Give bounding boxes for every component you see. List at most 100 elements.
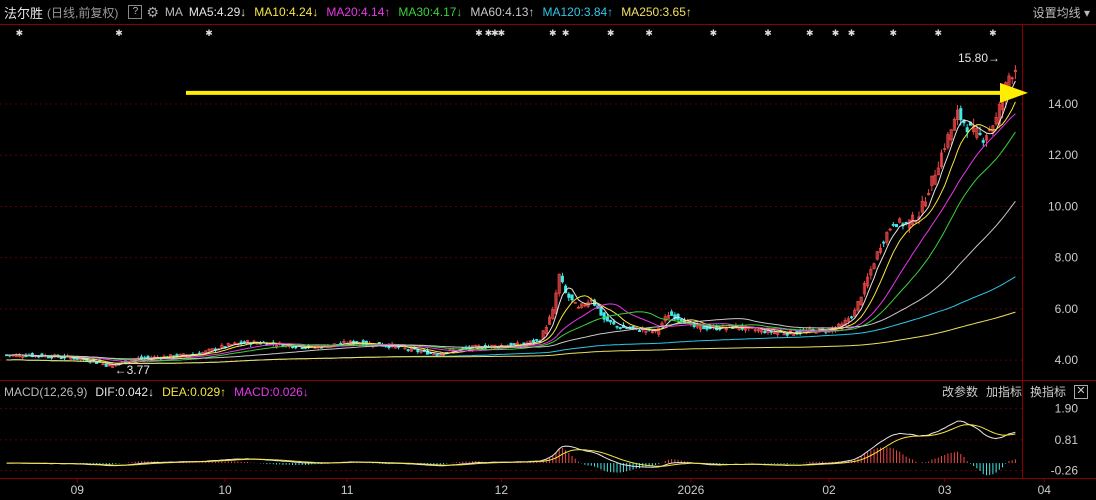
arrow-head-icon [1000,82,1028,103]
candle-body [432,353,436,356]
ma-value-1: MA10:4.24↓ [254,5,319,19]
x-tick-label-6: 03 [938,483,952,497]
event-marker-8: ✱ [562,28,570,38]
y-tick-label-3: 10.00 [1048,199,1078,213]
candle-body [95,362,99,364]
event-marker-14: ✱ [832,28,840,38]
annotations: 15.80→←3.77✱ ✱ ✱ ✱ ✱✱✱ ✱ ✱ ✱ ✱ ✱ ✱ ✱ ✱ ✱ ✱ ✱ ✱ [16,28,1028,377]
event-marker-10: ✱ [645,28,653,38]
candle-body [618,327,622,329]
y-tick-label-4: 12.00 [1048,148,1078,162]
macd-arrow-icon: ↓ [302,385,309,399]
event-marker-11: ✱ [710,28,718,38]
candle-body [300,347,304,350]
event-marker-0: ✱ [16,28,24,38]
high-marker: 15.80→ [958,51,1000,65]
x-tick-label-0: 09 [71,483,85,497]
candle-body [609,319,613,323]
macd-tick-label-2: -0.26 [1051,464,1079,478]
candle-body [605,316,609,322]
low-marker: ←3.77 [115,363,151,377]
event-marker-15: ✱ [848,28,856,38]
candle-body [535,339,539,341]
ma-line-MA5 [6,80,1016,366]
event-marker-17: ✱ [935,28,943,38]
y-tick-label-1: 6.00 [1055,302,1079,316]
dif-value: DIF:0.042↓ [95,385,154,399]
candle-body [570,294,574,301]
event-marker-12: ✱ [764,28,772,38]
candle-body [291,346,295,349]
candle-body [560,275,564,283]
x-tick-label-4: 2026 [678,483,705,497]
ma-value-4: MA60:4.13↑ [470,5,535,19]
event-marker-13: ✱ [806,28,814,38]
chart-header: 法尔胜 (日线,前复权) ? ⚙ MA MA5:4.29↓ MA10:4.24↓ M… [0,0,1096,24]
edit-params-button[interactable]: 改参数 [942,383,978,400]
candle-body [891,223,895,226]
candle-body [602,312,606,320]
switch-indicator-button[interactable]: 换指标 [1030,383,1066,400]
ma-settings-button[interactable]: 设置均线 ▾ [1033,4,1090,21]
help-button[interactable]: ? [128,5,143,19]
chevron-down-icon: ▾ [1083,6,1090,20]
candle-body [435,354,439,356]
stock-name: 法尔胜 [4,5,44,21]
event-marker-18: ✱ [989,28,997,38]
candle-body [512,343,516,346]
candle-body [567,293,571,298]
ma-label: MA [164,5,183,19]
candle-body [615,325,619,328]
axes: 4.00 6.00 8.00 10.00 12.00 14.00 1.90 0.81 -0.26… [71,97,1079,497]
macd-toolbar: 改参数 加指标 换指标 ✕ [934,383,1088,400]
add-indicator-button[interactable]: 加指标 [986,383,1022,400]
event-marker-9: ✱ [607,28,615,38]
candle-body [242,341,246,344]
y-tick-label-0: 4.00 [1055,353,1079,367]
candle-body [140,356,144,359]
event-marker-6: ✱ [498,28,506,38]
candles [5,65,1017,368]
candle-body [763,330,767,334]
macd-label: MACD(12,26,9) [4,385,88,399]
chart-canvas: 4.00 6.00 8.00 10.00 12.00 14.00 1.90 0.81 -0.26… [0,24,1096,497]
macd-panel [0,408,1022,476]
macd-tick-label-0: 1.90 [1055,402,1079,416]
candle-body [46,356,50,359]
candle-body [965,127,969,133]
candle-body [959,108,963,121]
ma-line-MA10 [6,101,1016,365]
chart-subtitle: (日线,前复权) [47,5,119,20]
candle-body [612,321,616,325]
ma-settings-label: 设置均线 [1032,6,1081,20]
x-tick-label-2: 11 [341,483,354,497]
ma-value-5: MA120:3.84↑ [542,5,614,19]
macd-header: MACD(12,26,9) DIF:0.042↓ DEA:0.029↑ MACD… [0,382,1096,402]
event-marker-3: ✱ [475,28,483,38]
candle-body [104,363,108,367]
dif-arrow-icon: ↓ [148,385,155,399]
candle-body [981,140,985,143]
candle-body [679,318,683,322]
gear-icon[interactable]: ⚙ [146,4,159,21]
candle-body [850,316,854,319]
candle-body [670,311,674,316]
y-tick-label-5: 14.00 [1048,97,1078,111]
dif-text: DIF:0.042 [95,385,149,399]
y-tick-label-2: 8.00 [1055,251,1079,265]
dea-text: DEA:0.029 [162,385,221,399]
event-marker-2: ✱ [205,28,213,38]
candle-body [406,349,410,351]
ma-values: MA5:4.29↓ MA10:4.24↓ MA20:4.14↑ MA30:4.17↓ M… [189,5,700,19]
candle-body [769,330,773,333]
dea-value: DEA:0.029↑ [162,385,226,399]
close-icon[interactable]: ✕ [1074,384,1088,399]
event-marker-1: ✱ [115,28,123,38]
candle-body [894,224,899,228]
candle-body [531,339,536,343]
ma-value-6: MA250:3.65↑ [621,5,692,19]
ma-value-3: MA30:4.17↓ [398,5,463,19]
x-tick-label-3: 12 [495,483,509,497]
candle-body [59,357,63,360]
candle-body [785,333,789,336]
